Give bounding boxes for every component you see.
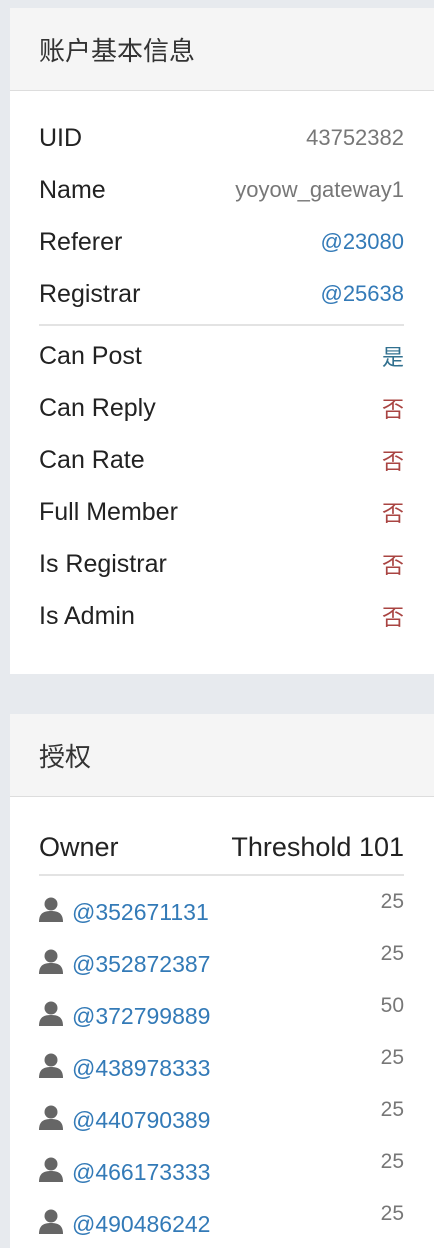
flag-value: 否 — [381, 554, 404, 579]
flag-row-is-registrar: Is Registrar 否 — [39, 544, 404, 584]
authority-entry: @466173333 25 — [38, 1150, 404, 1194]
authority-weight: 25 — [380, 1098, 404, 1121]
authority-entry: @490486242 25 — [38, 1202, 404, 1246]
info-row-registrar: Registrar @25638 — [39, 274, 404, 314]
authority-entry: @438978333 25 — [38, 1046, 404, 1090]
referer-link[interactable]: @23080 — [320, 229, 404, 255]
info-row-name: Name yoyow_gateway1 — [39, 170, 404, 210]
flag-value: 是 — [381, 346, 404, 371]
user-icon — [39, 1105, 63, 1130]
info-label: Name — [39, 175, 106, 204]
flag-row-can-rate: Can Rate 否 — [39, 440, 404, 480]
info-label: Registrar — [39, 279, 141, 308]
divider — [39, 324, 404, 326]
authority-entry: @352872387 25 — [38, 942, 404, 986]
user-icon — [39, 1157, 63, 1182]
authority-account-link[interactable]: @438978333 — [72, 1055, 210, 1082]
user-icon — [39, 1053, 63, 1078]
owner-header: Owner Threshold 101 — [39, 827, 404, 867]
authority-account-link[interactable]: @440790389 — [72, 1107, 210, 1134]
flag-label: Can Rate — [39, 445, 145, 474]
info-label: Referer — [39, 227, 123, 256]
user-icon — [39, 1209, 63, 1234]
flag-label: Is Registrar — [39, 549, 167, 578]
authority-account-link[interactable]: @352872387 — [72, 951, 210, 978]
flag-label: Is Admin — [39, 601, 135, 630]
info-value: 43752382 — [306, 125, 404, 150]
authority-weight: 25 — [380, 1150, 404, 1173]
threshold-label: Threshold 101 — [231, 831, 404, 862]
authority-panel: 授权 Owner Threshold 101 @352671131 25 @35… — [10, 714, 434, 1248]
info-row-referer: Referer @23080 — [39, 222, 404, 262]
authority-title: 授权 — [10, 714, 434, 797]
flag-row-full-member: Full Member 否 — [39, 492, 404, 532]
user-icon — [39, 897, 63, 922]
authority-account-link[interactable]: @490486242 — [72, 1211, 210, 1238]
authority-entry: @440790389 25 — [38, 1098, 404, 1142]
flag-row-is-admin: Is Admin 否 — [39, 596, 404, 636]
info-value: yoyow_gateway1 — [235, 177, 404, 202]
authority-weight: 25 — [380, 1202, 404, 1225]
user-icon — [39, 1001, 63, 1026]
authority-weight: 50 — [380, 994, 404, 1017]
authority-account-link[interactable]: @352671131 — [72, 899, 209, 926]
flag-value: 否 — [381, 450, 404, 475]
owner-label: Owner — [39, 831, 119, 862]
info-label: UID — [39, 123, 83, 152]
flag-value: 否 — [381, 502, 404, 527]
flag-value: 否 — [381, 606, 404, 631]
registrar-link[interactable]: @25638 — [320, 281, 404, 307]
flag-row-can-post: Can Post 是 — [39, 336, 404, 376]
authority-weight: 25 — [380, 890, 404, 913]
authority-entry: @352671131 25 — [38, 890, 404, 934]
authority-account-link[interactable]: @372799889 — [72, 1003, 210, 1030]
flag-value: 否 — [381, 398, 404, 423]
authority-entry: @372799889 50 — [38, 994, 404, 1038]
flag-row-can-reply: Can Reply 否 — [39, 388, 404, 428]
divider — [39, 874, 404, 876]
authority-account-link[interactable]: @466173333 — [72, 1159, 210, 1186]
account-info-title: 账户基本信息 — [10, 8, 434, 91]
flag-label: Can Reply — [39, 393, 156, 422]
user-icon — [39, 949, 63, 974]
info-row-uid: UID 43752382 — [39, 118, 404, 158]
flag-label: Can Post — [39, 341, 142, 370]
flag-label: Full Member — [39, 497, 178, 526]
authority-weight: 25 — [380, 1046, 404, 1069]
authority-weight: 25 — [380, 942, 404, 965]
account-info-panel: 账户基本信息 UID 43752382 Name yoyow_gateway1 … — [10, 8, 434, 674]
